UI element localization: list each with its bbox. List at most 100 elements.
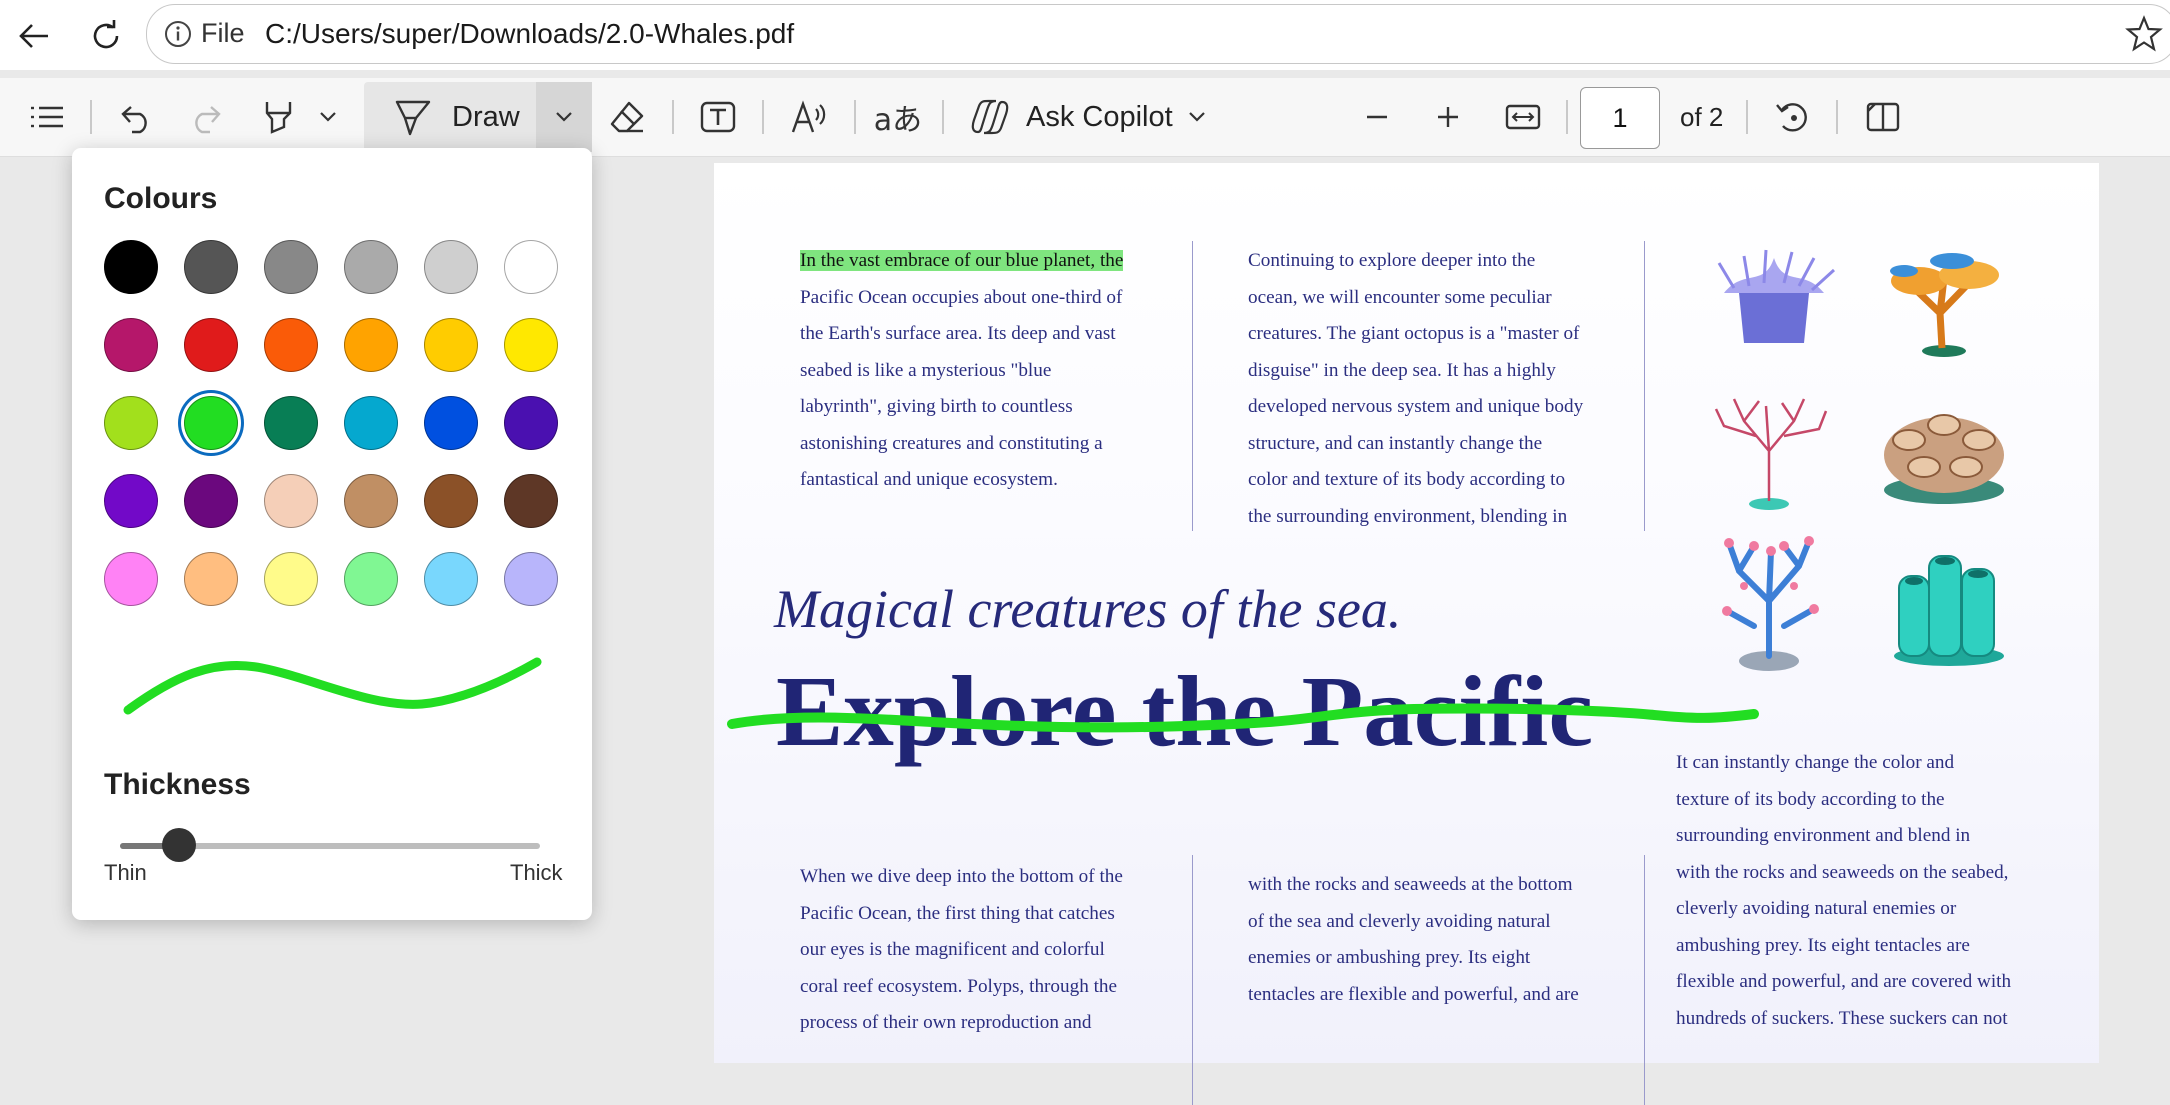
column-divider [1644, 855, 1645, 1105]
colour-swatch[interactable] [184, 396, 238, 450]
colour-swatch[interactable] [344, 396, 398, 450]
contents-button[interactable] [22, 94, 72, 140]
colour-swatch[interactable] [424, 552, 478, 606]
translate-button[interactable]: aあ [872, 94, 924, 140]
redo-button[interactable] [180, 94, 230, 140]
colour-swatch[interactable] [424, 240, 478, 294]
ask-copilot-label: Ask Copilot [1026, 100, 1173, 133]
thickness-heading: Thickness [104, 768, 251, 801]
colour-swatch[interactable] [184, 552, 238, 606]
translate-icon: aあ [873, 103, 923, 138]
pdf-toolbar: Draw aあ Ask Copilot 1 of 2 [0, 78, 2170, 157]
colour-swatch[interactable] [104, 474, 158, 528]
favorite-star-icon[interactable] [2124, 14, 2164, 54]
colour-swatch[interactable] [344, 240, 398, 294]
refresh-button[interactable] [82, 12, 130, 60]
back-button[interactable] [10, 12, 58, 60]
undo-button[interactable] [112, 94, 162, 140]
colour-swatch[interactable] [504, 552, 558, 606]
thin-label: Thin [104, 860, 147, 885]
zoom-out-button[interactable] [1354, 94, 1400, 140]
url-bar[interactable]: File C:/Users/super/Downloads/2.0-Whales… [146, 4, 2170, 64]
colour-swatch[interactable] [184, 318, 238, 372]
text-line: cleverly avoiding natural enemies or [1676, 898, 1957, 919]
pen-icon [395, 100, 431, 136]
text-line: of the sea and cleverly avoiding natural [1248, 910, 1551, 932]
list-icon [31, 106, 63, 128]
draw-label: Draw [452, 101, 520, 133]
fit-width-icon [1505, 104, 1541, 130]
stroke-preview [123, 657, 542, 715]
info-icon[interactable] [163, 19, 193, 49]
text-line: hundreds of suckers. These suckers can n… [1676, 1007, 2008, 1029]
text-line: coral reef ecosystem. Polyps, through th… [800, 975, 1118, 997]
zoom-in-button[interactable] [1425, 94, 1471, 140]
draw-options-button[interactable] [536, 82, 592, 152]
highlight-button[interactable] [254, 94, 304, 140]
separator [854, 100, 856, 134]
eraser-icon [610, 101, 644, 133]
text-line: with the rocks and seaweeds on the seabe… [1676, 861, 2009, 883]
read-aloud-button[interactable] [784, 94, 836, 140]
text-box-icon [700, 101, 736, 133]
url-text[interactable]: C:/Users/super/Downloads/2.0-Whales.pdf [265, 18, 794, 50]
separator [1746, 100, 1748, 134]
text-line: our eyes is the magnificent and colorful [800, 939, 1105, 960]
page-number-input[interactable]: 1 [1580, 87, 1660, 149]
colour-swatch[interactable] [344, 318, 398, 372]
separator [1836, 100, 1838, 134]
colour-swatch[interactable] [424, 318, 478, 372]
eraser-button[interactable] [602, 94, 652, 140]
colour-swatch[interactable] [424, 396, 478, 450]
undo-icon [121, 106, 147, 134]
colour-swatch[interactable] [184, 240, 238, 294]
rotate-button[interactable] [1768, 94, 1818, 140]
ask-copilot-button[interactable]: Ask Copilot [970, 94, 1210, 140]
page-view-button[interactable] [1858, 94, 1908, 140]
highlighter-icon [265, 102, 292, 134]
colour-swatch[interactable] [264, 396, 318, 450]
colour-swatch[interactable] [344, 552, 398, 606]
fit-to-width-button[interactable] [1498, 94, 1548, 140]
read-aloud-icon [791, 100, 826, 133]
highlight-options-button[interactable] [310, 94, 346, 140]
separator [1566, 100, 1568, 134]
colour-swatch[interactable] [264, 318, 318, 372]
draw-options-panel: Colours Thickness Thin Thick [72, 148, 592, 920]
colour-swatch[interactable] [504, 474, 558, 528]
text-column-4: When we dive deep into the bottom of the… [800, 859, 1160, 1042]
colour-swatch[interactable] [264, 552, 318, 606]
chevron-down-icon [556, 112, 572, 122]
add-text-button[interactable] [692, 94, 744, 140]
redo-icon [195, 106, 221, 134]
colour-swatch[interactable] [344, 474, 398, 528]
text-column-5: with the rocks and seaweeds at the botto… [1248, 867, 1628, 1013]
text-line: with the rocks and seaweeds at the botto… [1248, 874, 1573, 895]
text-line: When we dive deep into the bottom of the [800, 866, 1123, 887]
colour-swatch[interactable] [264, 474, 318, 528]
colour-swatch[interactable] [504, 396, 558, 450]
thickness-slider-thumb[interactable] [161, 828, 196, 862]
colour-swatch[interactable] [264, 240, 318, 294]
colour-swatch[interactable] [104, 396, 158, 450]
colour-swatch[interactable] [424, 474, 478, 528]
thickness-slider[interactable] [120, 828, 540, 862]
separator [942, 100, 944, 134]
chevron-down-icon [1188, 112, 1205, 122]
address-bar: File C:/Users/super/Downloads/2.0-Whales… [0, 0, 2170, 70]
colour-swatch[interactable] [184, 474, 238, 528]
colour-swatch[interactable] [504, 318, 558, 372]
text-line: ambushing prey. Its eight tentacles are [1676, 934, 1970, 956]
colour-swatch[interactable] [104, 552, 158, 606]
back-arrow-icon [19, 24, 48, 48]
text-line: tentacles are flexible and powerful, and… [1248, 983, 1579, 1005]
colours-heading: Colours [104, 182, 218, 215]
thick-label: Thick [510, 860, 563, 885]
colour-swatch[interactable] [104, 318, 158, 372]
colour-swatch[interactable] [104, 240, 158, 294]
column-divider [1192, 855, 1193, 1105]
colour-swatch[interactable] [504, 240, 558, 294]
separator [90, 100, 92, 134]
page-view-icon [1866, 102, 1900, 132]
separator [672, 100, 674, 134]
